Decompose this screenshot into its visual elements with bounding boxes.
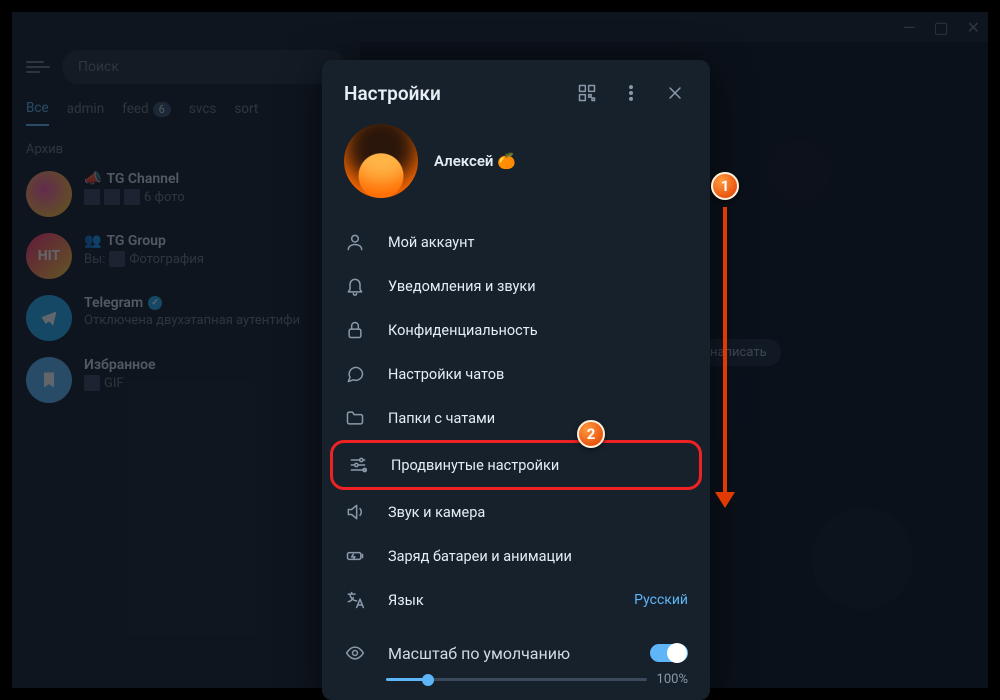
profile-section[interactable]: Алексей 🍊 (322, 110, 710, 212)
settings-item-privacy[interactable]: Конфиденциальность (322, 308, 710, 352)
settings-item-label: Продвинутые настройки (391, 457, 559, 474)
settings-item-default-scale[interactable]: Масштаб по умолчанию (322, 630, 710, 668)
scale-value: 100% (657, 672, 688, 687)
settings-item-chat-settings[interactable]: Настройки чатов (322, 352, 710, 396)
battery-icon (344, 545, 366, 567)
language-value: Русский (634, 592, 688, 608)
annotation-arrow (723, 207, 727, 499)
settings-item-language[interactable]: Язык Русский (322, 578, 710, 622)
account-icon (344, 231, 366, 253)
folder-icon (344, 407, 366, 429)
language-icon (344, 589, 366, 611)
settings-item-account[interactable]: Мой аккаунт (322, 220, 710, 264)
settings-item-label: Заряд батареи и анимации (388, 548, 572, 565)
settings-item-sound-camera[interactable]: Звук и камера (322, 490, 710, 534)
annotation-arrow-head (715, 492, 735, 508)
settings-item-label: Звук и камера (388, 504, 485, 521)
scale-label: Масштаб по умолчанию (388, 644, 570, 663)
qr-button[interactable] (570, 76, 604, 110)
settings-title: Настройки (344, 82, 560, 105)
settings-menu: Мой аккаунт Уведомления и звуки Конфиден… (322, 212, 710, 630)
eye-icon (344, 642, 366, 664)
settings-item-label: Конфиденциальность (388, 322, 538, 339)
app-window: — ▢ ✕ Поиск Все admin feed6 svcs sort Ар… (12, 12, 988, 688)
sliders-icon (347, 454, 369, 476)
settings-item-advanced[interactable]: Продвинутые настройки (330, 440, 702, 490)
settings-item-label: Настройки чатов (388, 366, 504, 383)
annotation-callout-2: 2 (577, 420, 605, 448)
profile-name: Алексей 🍊 (434, 152, 516, 170)
scale-toggle[interactable] (650, 644, 688, 662)
settings-item-label: Папки с чатами (388, 410, 495, 427)
settings-modal: Настройки Алексей 🍊 Мой аккаунт Уведомле… (322, 60, 710, 700)
settings-item-label: Язык (388, 592, 424, 609)
settings-item-label: Мой аккаунт (388, 234, 474, 251)
settings-item-battery-animations[interactable]: Заряд батареи и анимации (322, 534, 710, 578)
scale-slider[interactable] (386, 678, 647, 681)
settings-item-chat-folders[interactable]: Папки с чатами (322, 396, 710, 440)
profile-avatar (344, 124, 418, 198)
settings-item-notifications[interactable]: Уведомления и звуки (322, 264, 710, 308)
bell-icon (344, 275, 366, 297)
annotation-callout-1: 1 (711, 172, 739, 200)
more-menu-button[interactable] (614, 76, 648, 110)
lock-icon (344, 319, 366, 341)
chat-icon (344, 363, 366, 385)
speaker-icon (344, 501, 366, 523)
close-button[interactable] (658, 76, 692, 110)
settings-item-label: Уведомления и звуки (388, 278, 536, 295)
